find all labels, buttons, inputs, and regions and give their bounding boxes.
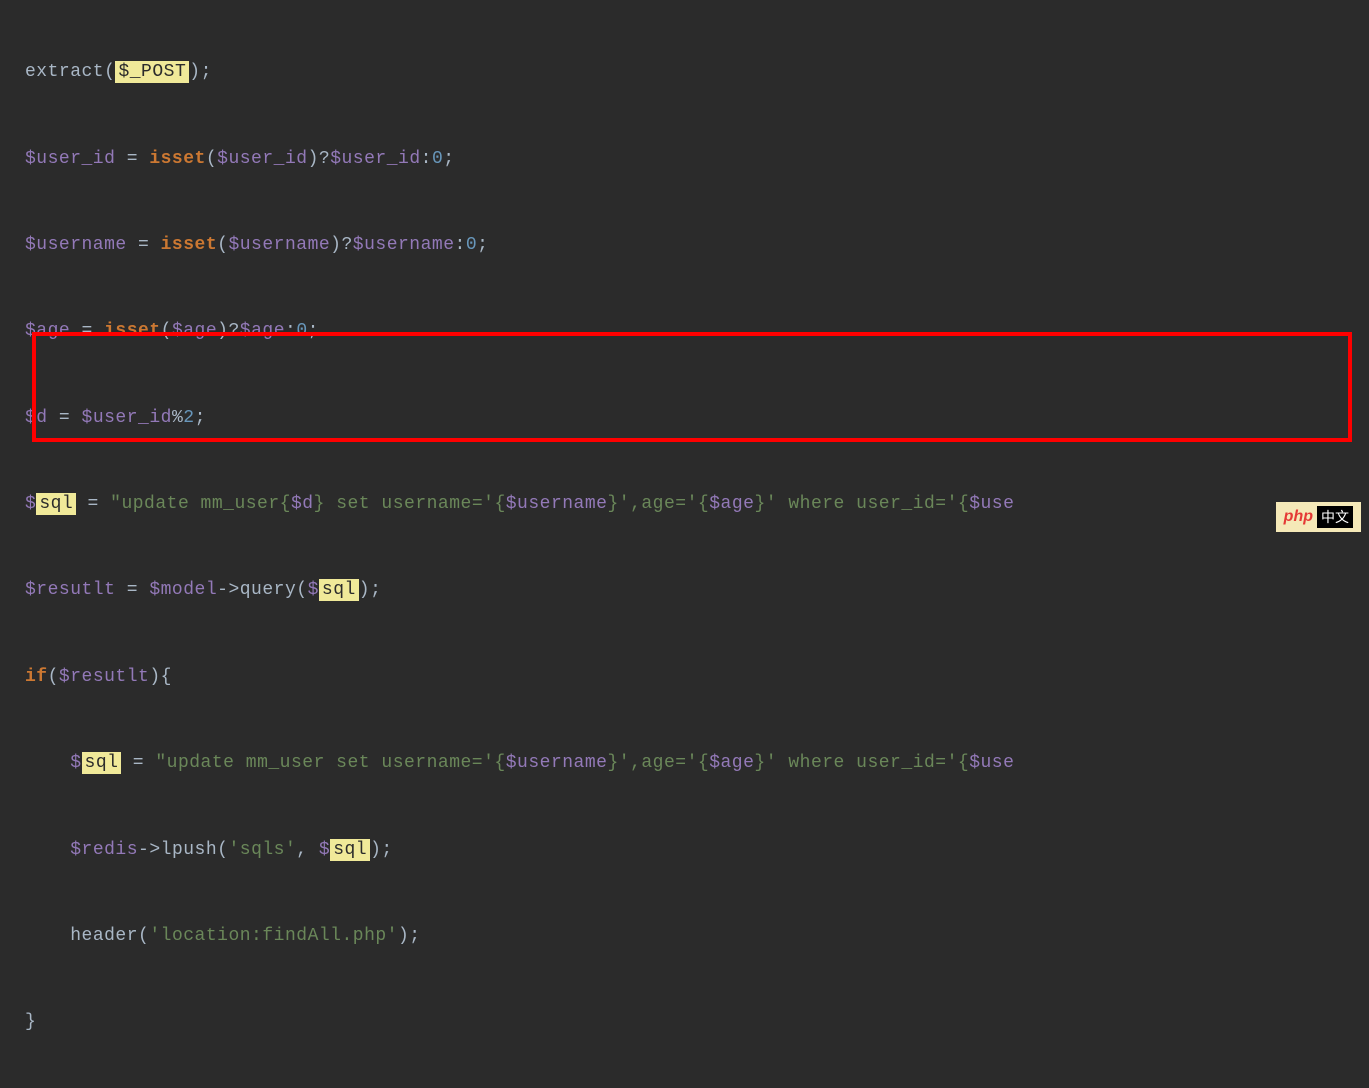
watermark: php 中文: [1276, 502, 1361, 532]
code-line: extract($_POST);: [25, 51, 1369, 94]
code-editor[interactable]: extract($_POST); $user_id = isset($user_…: [0, 0, 1369, 1088]
code-line: }: [25, 1001, 1369, 1044]
watermark-php: php: [1284, 508, 1313, 526]
code-line: $age = isset($age)?$age:0;: [25, 310, 1369, 353]
code-line: $user_id = isset($user_id)?$user_id:0;: [25, 138, 1369, 181]
code-line: $d = $user_id%2;: [25, 397, 1369, 440]
code-line: if($resutlt){: [25, 656, 1369, 699]
code-line: $sql = "update mm_user set username='{$u…: [25, 742, 1369, 785]
code-line: $redis->lpush('sqls', $sql);: [25, 829, 1369, 872]
code-line: $username = isset($username)?$username:0…: [25, 224, 1369, 267]
code-line: $sql = "update mm_user{$d} set username=…: [25, 483, 1369, 526]
code-line: $resutlt = $model->query($sql);: [25, 569, 1369, 612]
code-line: header('location:findAll.php');: [25, 915, 1369, 958]
watermark-cn: 中文: [1317, 506, 1353, 528]
